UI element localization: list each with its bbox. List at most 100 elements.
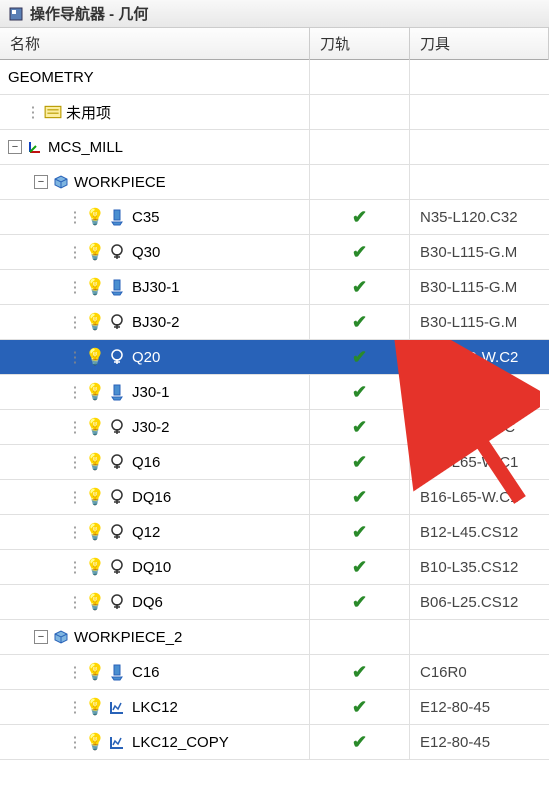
tree-row-op[interactable]: ⋮💡J30-1✔B30-L80.HMC — [0, 375, 549, 410]
checkmark-icon: ✔ — [352, 732, 367, 753]
unused-label: 未用项 — [66, 102, 111, 123]
tree-row-op[interactable]: ⋮💡Q30✔B30-L115-G.M — [0, 235, 549, 270]
workpiece1-label: WORKPIECE — [74, 174, 166, 191]
lightbulb-icon: 💡 — [86, 733, 104, 751]
operation-icon — [108, 663, 126, 681]
tree-row-mcs[interactable]: − MCS_MILL — [0, 130, 549, 165]
tree-row-op[interactable]: ⋮💡 Q20 ✔ B20-L60-W.C2 — [0, 340, 549, 375]
tool-value: B06-L25.CS12 — [410, 585, 549, 619]
tree-row-op[interactable]: ⋮💡DQ10✔B10-L35.CS12 — [0, 550, 549, 585]
lightbulb-icon: 💡 — [86, 243, 104, 261]
tool-value: B20-L60-W.C2 — [410, 340, 549, 374]
tree-branch-dots: ⋮ — [68, 488, 82, 506]
workpiece2-label: WORKPIECE_2 — [74, 629, 182, 646]
operation-label: Q30 — [132, 244, 160, 261]
header-path[interactable]: 刀轨 — [310, 27, 410, 60]
workpiece1-toggle[interactable]: − — [34, 175, 48, 189]
tool-value: B16-L65-W.C1 — [410, 480, 549, 514]
tool-value: E12-80-45 — [410, 725, 549, 759]
tree-body: GEOMETRY ⋮ 未用项 − MCS_MILL — [0, 60, 549, 760]
lightbulb-icon: 💡 — [86, 278, 104, 296]
mcs-toggle[interactable]: − — [8, 140, 22, 154]
checkmark-icon: ✔ — [352, 487, 367, 508]
operation-icon — [108, 418, 126, 436]
operation-label: J30-1 — [132, 384, 170, 401]
tree-row-op[interactable]: ⋮💡Q12✔B12-L45.CS12 — [0, 515, 549, 550]
tree-row-op[interactable]: ⋮💡J30-2✔B30-L80.HMC — [0, 410, 549, 445]
tool-value: B30-L115-G.M — [410, 270, 549, 304]
checkmark-icon: ✔ — [352, 277, 367, 298]
checkmark-icon: ✔ — [352, 417, 367, 438]
tree-row-unused[interactable]: ⋮ 未用项 — [0, 95, 549, 130]
header-name[interactable]: 名称 — [0, 27, 310, 60]
checkmark-icon: ✔ — [352, 242, 367, 263]
checkmark-icon: ✔ — [352, 207, 367, 228]
operation-label: LKC12 — [132, 699, 178, 716]
lightbulb-icon: 💡 — [86, 698, 104, 716]
operation-label: BJ30-2 — [132, 314, 180, 331]
lightbulb-icon: 💡 — [86, 593, 104, 611]
tool-value: B30-L115-G.M — [410, 305, 549, 339]
tree-row-op[interactable]: ⋮💡 BJ30-1 ✔ B30-L115-G.M — [0, 270, 549, 305]
workpiece-icon — [52, 628, 70, 646]
lightbulb-icon: 💡 — [86, 663, 104, 681]
tool-value: N35-L120.C32 — [410, 200, 549, 234]
operation-label: DQ10 — [132, 559, 171, 576]
checkmark-icon: ✔ — [352, 312, 367, 333]
lightbulb-icon: 💡 — [86, 558, 104, 576]
tree-row-op[interactable]: ⋮💡LKC12✔E12-80-45 — [0, 690, 549, 725]
checkmark-icon: ✔ — [352, 522, 367, 543]
operation-label: C35 — [132, 209, 160, 226]
tree-row-op[interactable]: ⋮💡C16✔C16R0 — [0, 655, 549, 690]
navigator-icon — [8, 6, 24, 22]
tree-branch-dots: ⋮ — [68, 278, 82, 296]
operation-label: Q20 — [132, 349, 160, 366]
lightbulb-icon: 💡 — [86, 418, 104, 436]
column-headers: 名称 刀轨 刀具 — [0, 28, 549, 60]
checkmark-icon: ✔ — [352, 662, 367, 683]
unused-icon — [44, 103, 62, 121]
tree-branch-dots: ⋮ — [26, 103, 40, 121]
tree-row-op[interactable]: ⋮💡LKC12_COPY✔E12-80-45 — [0, 725, 549, 760]
tree-row-op[interactable]: ⋮💡DQ6✔B06-L25.CS12 — [0, 585, 549, 620]
operation-icon — [108, 348, 126, 366]
workpiece2-toggle[interactable]: − — [34, 630, 48, 644]
operation-icon — [108, 313, 126, 331]
operation-icon — [108, 488, 126, 506]
tree-branch-dots: ⋮ — [68, 418, 82, 436]
operation-icon — [108, 383, 126, 401]
tool-value: B30-L115-G.M — [410, 235, 549, 269]
tree-row-op[interactable]: ⋮💡Q16✔B16-L65-W.C1 — [0, 445, 549, 480]
tree-row-op[interactable]: ⋮💡C35✔N35-L120.C32 — [0, 200, 549, 235]
tool-value: E12-80-45 — [410, 690, 549, 724]
tool-value: C16R0 — [410, 655, 549, 689]
tool-value: B10-L35.CS12 — [410, 550, 549, 584]
tree-branch-dots: ⋮ — [68, 698, 82, 716]
tree-row-workpiece1[interactable]: − WORKPIECE — [0, 165, 549, 200]
header-tool[interactable]: 刀具 — [410, 27, 549, 60]
checkmark-icon: ✔ — [352, 347, 367, 368]
tree-row-op[interactable]: ⋮💡DQ16✔B16-L65-W.C1 — [0, 480, 549, 515]
tool-value: B30-L80.HMC — [410, 375, 549, 409]
tree-branch-dots: ⋮ — [68, 733, 82, 751]
lightbulb-icon: 💡 — [86, 348, 104, 366]
tree-branch-dots: ⋮ — [68, 208, 82, 226]
tree-row-workpiece2[interactable]: − WORKPIECE_2 — [0, 620, 549, 655]
tree-branch-dots: ⋮ — [68, 523, 82, 541]
tree-branch-dots: ⋮ — [68, 348, 82, 366]
tree-branch-dots: ⋮ — [68, 313, 82, 331]
operation-icon — [108, 593, 126, 611]
window-title-text: 操作导航器 - 几何 — [30, 3, 148, 24]
operation-icon — [108, 243, 126, 261]
operation-label: BJ30-1 — [132, 279, 180, 296]
lightbulb-icon: 💡 — [86, 453, 104, 471]
tree-row-geometry[interactable]: GEOMETRY — [0, 60, 549, 95]
operation-label: J30-2 — [132, 419, 170, 436]
window-title-bar: 操作导航器 - 几何 — [0, 0, 549, 28]
tree-branch-dots: ⋮ — [68, 558, 82, 576]
lightbulb-icon: 💡 — [86, 523, 104, 541]
tree-row-op[interactable]: ⋮💡BJ30-2✔B30-L115-G.M — [0, 305, 549, 340]
tree-branch-dots: ⋮ — [68, 593, 82, 611]
operation-icon — [108, 523, 126, 541]
lightbulb-icon: 💡 — [86, 488, 104, 506]
